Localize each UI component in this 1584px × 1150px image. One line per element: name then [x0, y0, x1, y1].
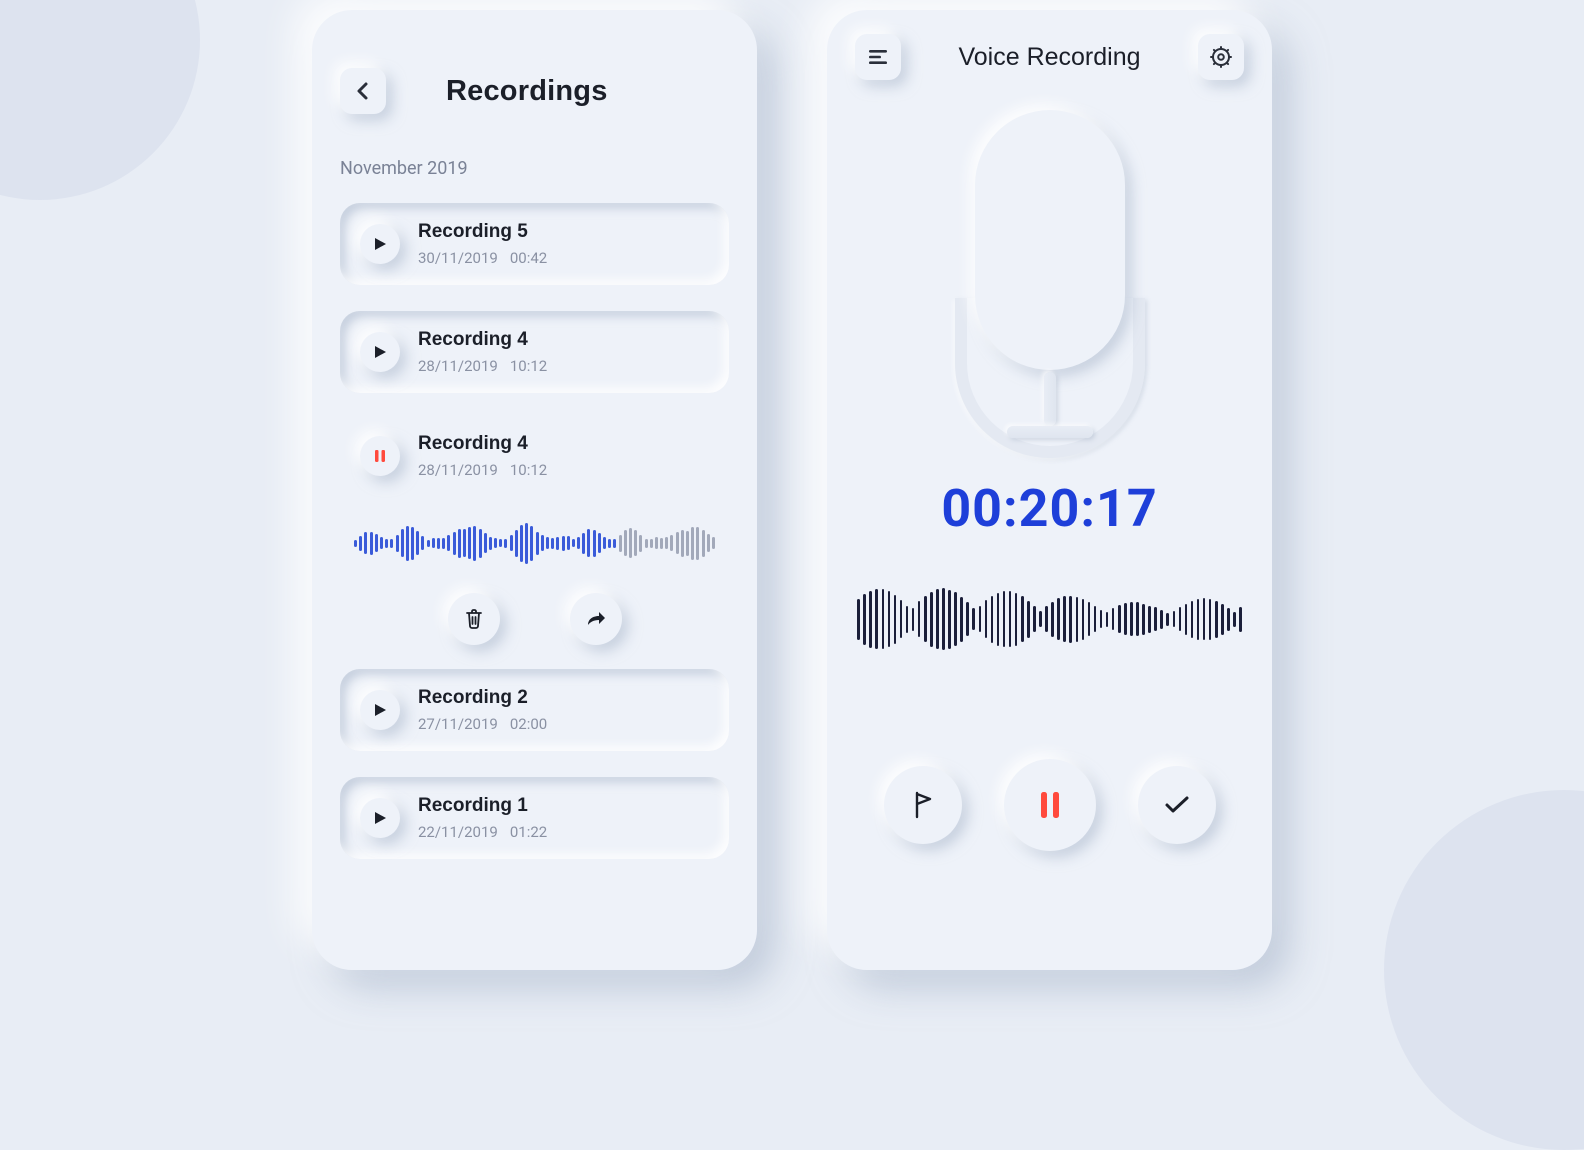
play-button[interactable] [360, 224, 400, 264]
pause-icon [374, 449, 386, 463]
play-icon [374, 237, 387, 251]
menu-button[interactable] [855, 34, 901, 80]
recording-info: Recording 2 27/11/2019 02:00 [418, 687, 709, 733]
recording-duration: 00:42 [510, 249, 547, 267]
recording-info: Recording 1 22/11/2019 01:22 [418, 795, 709, 841]
recording-title: Recording 2 [418, 687, 709, 709]
check-icon [1164, 795, 1190, 815]
microphone-icon [975, 110, 1125, 370]
recording-meta: 27/11/2019 02:00 [418, 715, 709, 733]
recording-card[interactable]: Recording 1 22/11/2019 01:22 [340, 777, 729, 859]
page-title: Voice Recording [958, 43, 1140, 72]
pause-recording-button[interactable] [1004, 759, 1096, 851]
recording-date: 30/11/2019 [418, 249, 498, 267]
recording-duration: 10:12 [510, 357, 547, 375]
confirm-button[interactable] [1138, 766, 1216, 844]
header: Voice Recording [855, 34, 1244, 80]
microphone-visual [855, 110, 1244, 450]
play-icon [374, 811, 387, 825]
recording-card[interactable]: Recording 2 27/11/2019 02:00 [340, 669, 729, 751]
back-button[interactable] [340, 68, 386, 114]
recording-info: Recording 5 30/11/2019 00:42 [418, 221, 709, 267]
recording-date: 22/11/2019 [418, 823, 498, 841]
month-section-label: November 2019 [340, 158, 729, 179]
recording-date: 28/11/2019 [418, 461, 498, 479]
gear-icon [1210, 46, 1232, 68]
page-title: Recordings [446, 75, 608, 108]
play-button[interactable] [360, 332, 400, 372]
recording-title: Recording 4 [418, 433, 709, 455]
recording-timer: 00:20:17 [855, 478, 1244, 539]
recording-duration: 01:22 [510, 823, 547, 841]
trash-icon [464, 608, 484, 630]
recording-title: Recording 4 [418, 329, 709, 351]
share-button[interactable] [570, 593, 622, 645]
pause-button[interactable] [360, 436, 400, 476]
recording-meta: 28/11/2019 10:12 [418, 461, 709, 479]
menu-icon [868, 49, 888, 65]
recording-date: 28/11/2019 [418, 357, 498, 375]
play-icon [374, 345, 387, 359]
recording-duration: 02:00 [510, 715, 547, 733]
header: Recordings [340, 68, 729, 114]
recording-meta: 28/11/2019 10:12 [418, 357, 709, 375]
recording-meta: 22/11/2019 01:22 [418, 823, 709, 841]
screen-recordings: Recordings November 2019 Recording 5 30/… [312, 10, 757, 970]
recording-duration: 10:12 [510, 461, 547, 479]
live-waveform [855, 579, 1244, 659]
flag-icon [912, 791, 934, 819]
play-button[interactable] [360, 798, 400, 838]
recording-card[interactable]: Recording 4 28/11/2019 10:12 [340, 311, 729, 393]
recording-meta: 30/11/2019 00:42 [418, 249, 709, 267]
recording-controls [855, 759, 1244, 851]
recording-info: Recording 4 28/11/2019 10:12 [418, 433, 709, 479]
recording-card-expanded: Recording 4 28/11/2019 10:12 [340, 419, 729, 645]
delete-button[interactable] [448, 593, 500, 645]
recording-date: 27/11/2019 [418, 715, 498, 733]
settings-button[interactable] [1198, 34, 1244, 80]
play-icon [374, 703, 387, 717]
play-button[interactable] [360, 690, 400, 730]
recording-card[interactable]: Recording 5 30/11/2019 00:42 [340, 203, 729, 285]
playback-waveform[interactable] [340, 513, 729, 573]
screen-voice-recording: Voice Recording 00:20:17 [827, 10, 1272, 970]
recording-title: Recording 5 [418, 221, 709, 243]
recording-info: Recording 4 28/11/2019 10:12 [418, 329, 709, 375]
recording-title: Recording 1 [418, 795, 709, 817]
chevron-left-icon [355, 81, 371, 101]
share-icon [585, 609, 607, 629]
pause-icon [1039, 790, 1061, 820]
flag-button[interactable] [884, 766, 962, 844]
